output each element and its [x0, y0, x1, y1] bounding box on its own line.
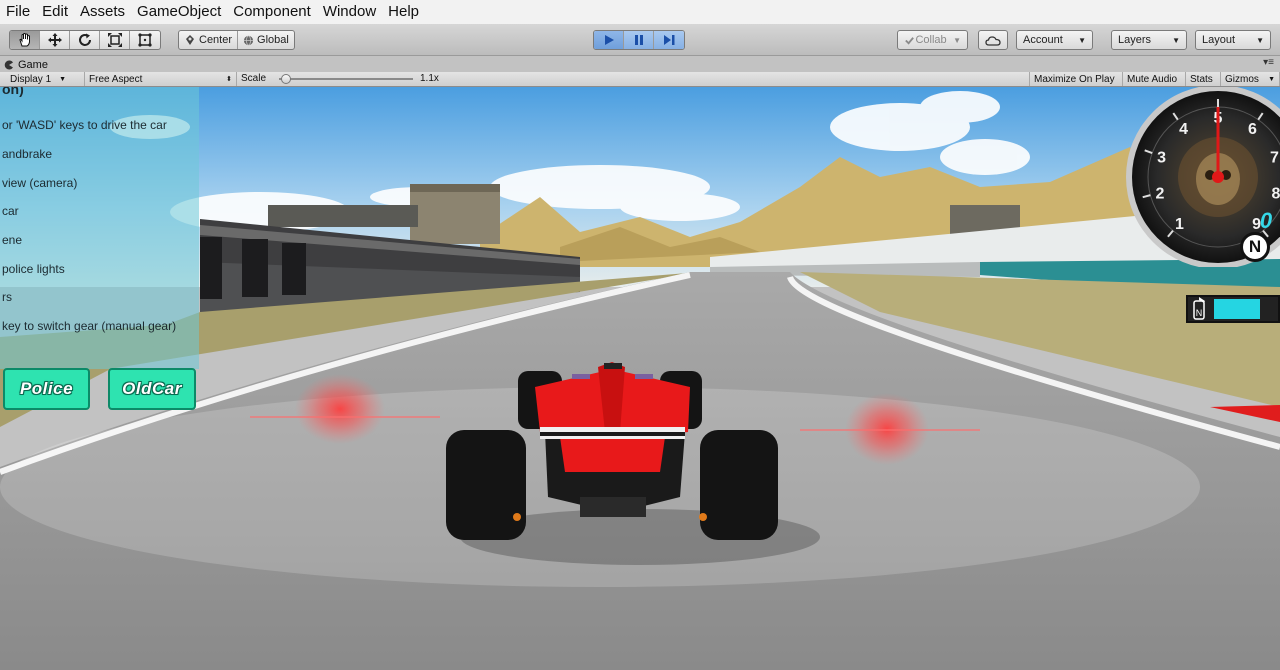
menu-assets[interactable]: Assets: [74, 0, 131, 24]
cloud-icon: [985, 35, 1001, 46]
nitro-gear-label: N: [1196, 308, 1203, 318]
game-view[interactable]: on) or 'WASD' keys to drive the car andb…: [0, 87, 1280, 670]
gear-indicator-badge: N: [1240, 232, 1270, 262]
rotate-icon: [78, 33, 91, 46]
police-car-button[interactable]: Police: [3, 368, 90, 410]
aspect-dropdown[interactable]: Free Aspect ⬍: [85, 72, 237, 86]
collab-dropdown[interactable]: Collab ▼: [897, 30, 968, 50]
scale-slider-thumb[interactable]: [281, 74, 291, 84]
help-line-8: key to switch gear (manual gear): [2, 319, 177, 333]
play-button[interactable]: [594, 31, 624, 49]
help-line-3: view (camera): [2, 176, 78, 190]
layout-dropdown[interactable]: Layout ▼: [1195, 30, 1271, 50]
oldcar-button[interactable]: OldCar: [108, 368, 196, 410]
step-icon: [664, 35, 675, 45]
mute-audio-toggle[interactable]: Mute Audio: [1123, 72, 1186, 86]
help-line-2: andbrake: [2, 147, 53, 161]
gizmos-label: Gizmos: [1225, 73, 1259, 85]
controls-help-panel: on) or 'WASD' keys to drive the car andb…: [0, 87, 199, 369]
pivot-global-label: Global: [257, 34, 289, 46]
pivot-icon: [186, 35, 194, 45]
mute-audio-label: Mute Audio: [1127, 73, 1178, 85]
rotate-tool-button[interactable]: [70, 31, 100, 49]
gauge-tick-label: 3: [1157, 150, 1166, 167]
layers-label: Layers: [1118, 34, 1152, 46]
chevron-down-icon: ▼: [1172, 35, 1180, 45]
pacman-game-icon: [4, 60, 13, 69]
gauge-tick-label: 1: [1175, 216, 1184, 233]
chevron-updown-icon: ▼: [59, 75, 67, 83]
nitro-fill: [1214, 299, 1260, 319]
help-line-0: on): [2, 87, 24, 97]
menu-component[interactable]: Component: [227, 0, 317, 24]
aspect-label: Free Aspect: [89, 73, 143, 85]
rect-tool-button[interactable]: [130, 31, 160, 49]
maximize-on-play-toggle[interactable]: Maximize On Play: [1029, 72, 1123, 86]
gauge-tick-label: 2: [1156, 186, 1165, 203]
cloud-button[interactable]: [978, 30, 1008, 50]
tab-game[interactable]: Game: [4, 57, 48, 72]
checkmark-icon: [905, 36, 914, 45]
hand-icon: [18, 33, 30, 47]
tab-game-label: Game: [18, 58, 48, 71]
gizmos-dropdown[interactable]: Gizmos ▼: [1221, 72, 1280, 86]
pivot-toggle-group: Center Global: [178, 30, 295, 50]
scale-label: Scale: [241, 73, 267, 84]
layers-dropdown[interactable]: Layers ▼: [1111, 30, 1187, 50]
gauge-tick-label: 6: [1248, 121, 1257, 138]
chevron-down-icon: ▼: [953, 35, 961, 45]
collab-label: Collab: [915, 34, 947, 46]
chevron-down-icon: ▼: [1256, 35, 1264, 45]
gauge-tick-label: 4: [1179, 121, 1188, 138]
account-dropdown[interactable]: Account ▼: [1016, 30, 1093, 50]
display-dropdown[interactable]: Display 1 ▼: [0, 72, 85, 86]
menu-window[interactable]: Window: [317, 0, 382, 24]
help-line-1: or 'WASD' keys to drive the car: [2, 118, 167, 132]
nitro-bottle-icon: N: [1193, 297, 1205, 320]
pivot-center-button[interactable]: Center: [179, 31, 239, 49]
chevron-down-icon: ▼: [1268, 75, 1275, 83]
stats-label: Stats: [1190, 73, 1213, 85]
play-controls: [593, 30, 685, 50]
help-line-4: car: [2, 204, 19, 218]
game-view-toolbar: Display 1 ▼ Free Aspect ⬍ Scale 1.1x Max…: [0, 72, 1280, 87]
help-line-7: rs: [2, 290, 12, 304]
scale-value: 1.1x: [420, 73, 439, 84]
menu-gameobject[interactable]: GameObject: [131, 0, 227, 24]
gauge-tick-label: 7: [1270, 150, 1279, 167]
pivot-global-button[interactable]: Global: [238, 31, 294, 49]
nitro-bar: N: [1186, 295, 1280, 323]
move-icon: [47, 33, 62, 47]
main-toolbar: Center Global Collab ▼ Account ▼ Layers …: [0, 24, 1280, 56]
scale-tool-button[interactable]: [100, 31, 130, 49]
menu-help[interactable]: Help: [382, 0, 425, 24]
chevron-down-icon: ▼: [1078, 35, 1086, 45]
display-label: Display 1: [10, 73, 52, 85]
account-label: Account: [1023, 34, 1063, 46]
transform-tools: [9, 30, 161, 50]
gauge-tick-label: 8: [1272, 186, 1280, 203]
play-icon: [604, 35, 614, 45]
scale-slider-track[interactable]: [279, 78, 413, 80]
maximize-on-play-label: Maximize On Play: [1034, 73, 1115, 85]
rect-transform-icon: [138, 33, 152, 47]
hand-tool-button[interactable]: [10, 31, 40, 49]
menu-file[interactable]: File: [0, 0, 36, 24]
layout-label: Layout: [1202, 34, 1236, 46]
tab-menu-icon[interactable]: ▾≡: [1263, 57, 1274, 68]
move-tool-button[interactable]: [40, 31, 70, 49]
pause-button[interactable]: [624, 31, 654, 49]
help-line-5: ene: [2, 233, 23, 247]
pivot-center-label: Center: [199, 34, 233, 46]
pause-icon: [634, 35, 643, 45]
globe-icon: [243, 35, 254, 45]
step-button[interactable]: [654, 31, 684, 49]
chevron-updown-icon: ⬍: [226, 76, 232, 83]
help-line-6: police lights: [2, 262, 65, 276]
scale-icon: [107, 33, 122, 47]
menu-edit[interactable]: Edit: [36, 0, 74, 24]
game-tab-bar: Game ▾≡: [0, 57, 1280, 72]
menu-bar: File Edit Assets GameObject Component Wi…: [0, 0, 1280, 24]
stats-toggle[interactable]: Stats: [1186, 72, 1221, 86]
